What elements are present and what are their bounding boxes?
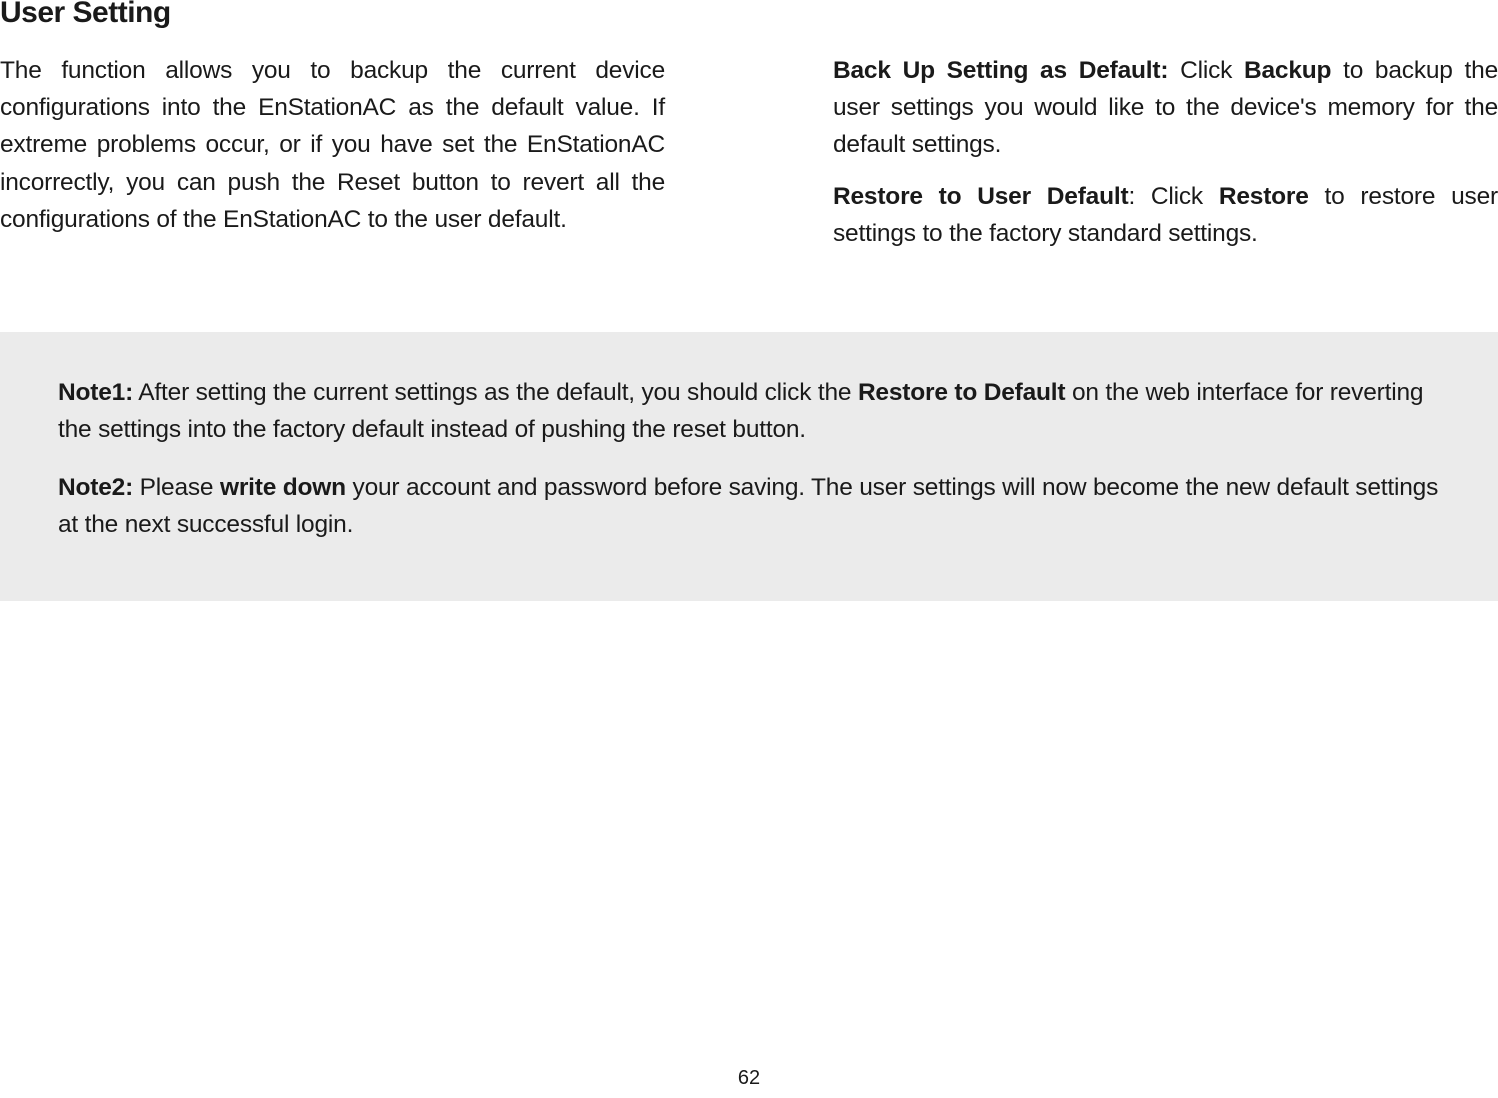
restore-bold-action: Restore <box>1219 183 1309 210</box>
note1-paragraph: Note1: After setting the current setting… <box>58 374 1440 448</box>
restore-mid: : Click <box>1128 183 1218 210</box>
backup-mid: Click <box>1168 57 1244 84</box>
notes-box: Note1: After setting the current setting… <box>0 332 1498 601</box>
restore-bold-lead: Restore to User Default <box>833 183 1128 210</box>
note2-bold: write down <box>220 474 346 501</box>
two-column-layout: The function allows you to backup the cu… <box>0 52 1498 252</box>
page-number: 62 <box>738 1067 760 1090</box>
note2-paragraph: Note2: Please write down your account an… <box>58 469 1440 543</box>
note1-pre: After setting the current settings as th… <box>133 379 858 406</box>
note2-pre: Please <box>133 474 220 501</box>
note2-label: Note2: <box>58 474 133 501</box>
backup-bold-action: Backup <box>1244 57 1331 84</box>
section-title: User Setting <box>0 0 1498 30</box>
note1-label: Note1: <box>58 379 133 406</box>
document-page: User Setting The function allows you to … <box>0 0 1498 1094</box>
backup-bold-lead: Back Up Setting as Default: <box>833 57 1168 84</box>
left-column-paragraph: The function allows you to backup the cu… <box>0 52 665 252</box>
backup-paragraph: Back Up Setting as Default: Click Backup… <box>833 52 1498 164</box>
right-column: Back Up Setting as Default: Click Backup… <box>833 52 1498 252</box>
note1-bold: Restore to Default <box>858 379 1065 406</box>
restore-paragraph: Restore to User Default: Click Restore t… <box>833 178 1498 252</box>
